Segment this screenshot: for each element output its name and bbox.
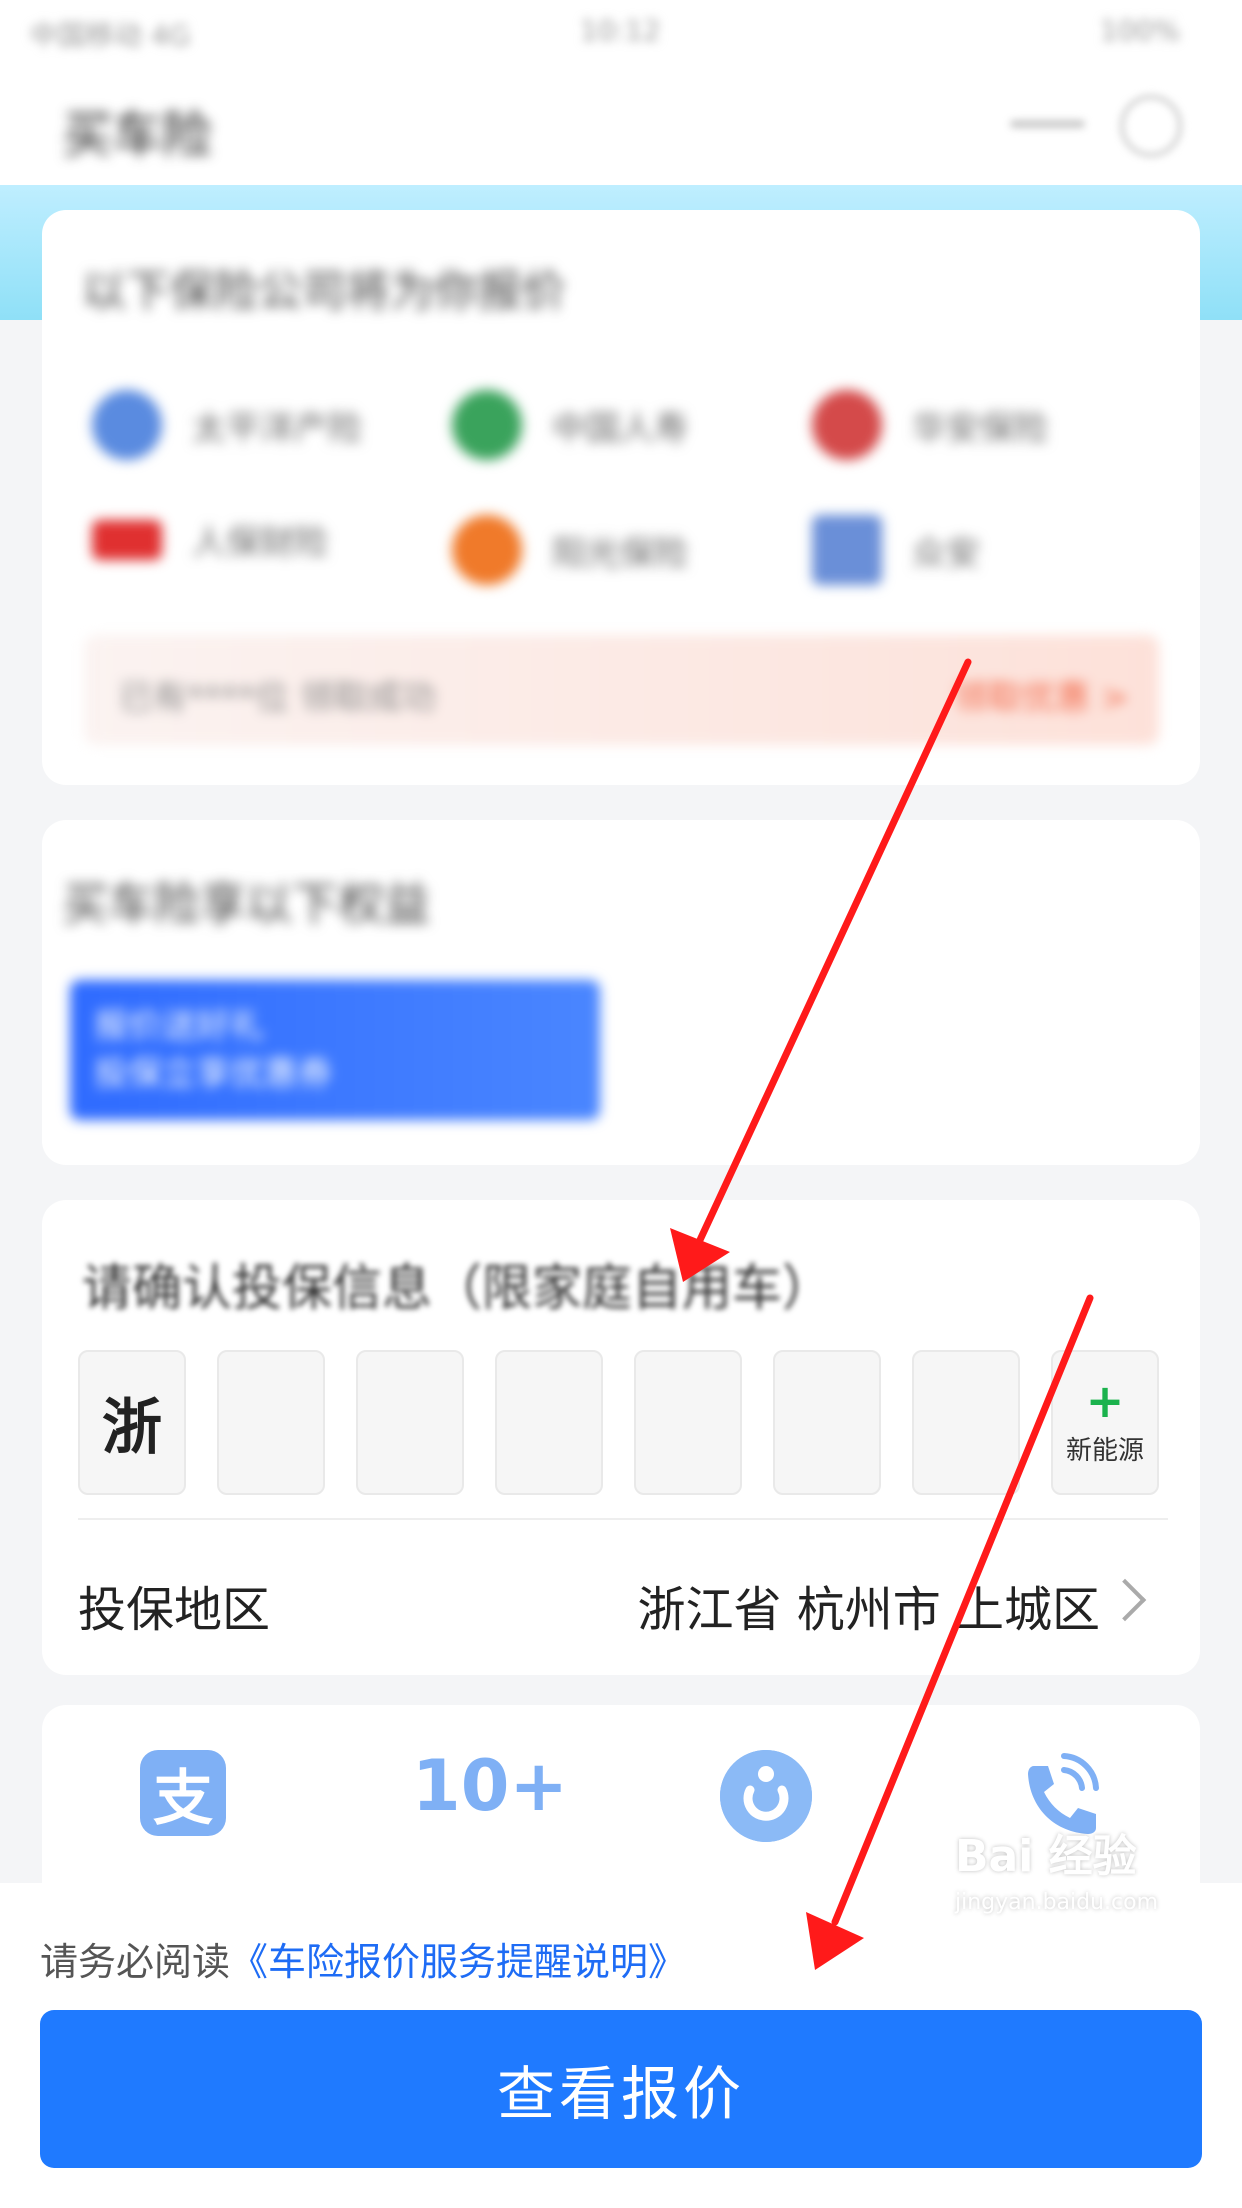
benefits-card: 买车险享以下权益 报价送好礼 投保立享优惠券 [42,820,1200,1165]
confirm-info-card: 请确认投保信息（限家庭自用车） 浙 + 新能源 投保地区 浙江省 杭州市 上城区 [42,1200,1200,1675]
banner-line-1: 报价送好礼 [94,1006,264,1046]
plate-char-box[interactable] [634,1350,742,1495]
plate-province-box[interactable]: 浙 [78,1350,186,1495]
insurer-logo-icon [812,515,882,585]
plate-char-box[interactable] [773,1350,881,1495]
plate-input-row: 浙 + 新能源 [78,1350,1168,1495]
banner-line-2: 投保立享优惠券 [94,1054,332,1094]
insurer-logo-icon [452,390,522,460]
insurer-item: 人保财险 [92,515,328,564]
promo-action-text: 领取优惠 > [953,678,1129,718]
insurer-item: 中国人寿 [452,390,688,460]
plate-char-box[interactable] [912,1350,1020,1495]
service-notice-link[interactable]: 《车险报价服务提醒说明》 [230,1940,686,1984]
insurer-logo-icon [452,515,522,585]
baidu-watermark: Bai 经验 jingyan.baidu.com [955,1831,1159,1915]
status-bar: 中国移动 4G 10:12 100% [0,0,1242,60]
divider [78,1518,1168,1520]
notice-text: 请务必阅读《车险报价服务提醒说明》 [40,1931,686,1986]
plate-char-box[interactable] [495,1350,603,1495]
new-energy-box[interactable]: + 新能源 [1051,1350,1159,1495]
benefits-title: 买车险享以下权益 [62,877,430,931]
chevron-right-icon[interactable] [1103,1578,1147,1622]
insurers-title: 以下保险公司将为你报价 [82,266,566,317]
notice-prefix: 请务必阅读 [40,1940,231,1984]
benefit-banner[interactable]: 报价送好礼 投保立享优惠券 [70,980,600,1120]
ten-plus-icon: 10+ [412,1745,569,1827]
page-title: 买车险 [62,106,212,164]
close-icon[interactable] [1120,95,1182,157]
clock-text: 10:12 [580,14,661,47]
confirm-title: 请确认投保信息（限家庭自用车） [82,1259,832,1317]
new-energy-label: 新能源 [1065,1436,1144,1466]
view-quote-button[interactable]: 查看报价 [40,2010,1202,2168]
bottom-action-area: 请务必阅读《车险报价服务提醒说明》 查看报价 [0,1883,1242,2208]
alipay-icon: 支 [140,1750,226,1836]
insurer-item: 众安 [812,515,980,585]
insurer-item: 华安保险 [812,390,1048,460]
carrier-text: 中国移动 4G [30,19,191,52]
more-icon[interactable] [1010,120,1085,128]
promo-bar[interactable]: 已有****位 领取成功 领取优惠 > [84,635,1159,745]
insurer-item: 太平洋产险 [92,390,362,460]
plate-char-box[interactable] [356,1350,464,1495]
insurer-item: 阳光保险 [452,515,688,585]
insurer-logo-icon [92,390,162,460]
insurer-logo-icon [92,519,162,560]
region-value[interactable]: 浙江省 杭州市 上城区 [637,1570,1100,1640]
insurer-logo-icon [812,390,882,460]
insurers-card: 以下保险公司将为你报价 太平洋产险 中国人寿 华安保险 人保财险 阳光保险 众安… [42,210,1200,785]
battery-text: 100% [1100,14,1181,47]
plate-char-box[interactable] [217,1350,325,1495]
brand-logo-icon [720,1750,812,1842]
region-label: 投保地区 [78,1582,271,1638]
plus-icon: + [1085,1374,1125,1428]
promo-count-text: 已有****位 领取成功 [119,678,436,718]
